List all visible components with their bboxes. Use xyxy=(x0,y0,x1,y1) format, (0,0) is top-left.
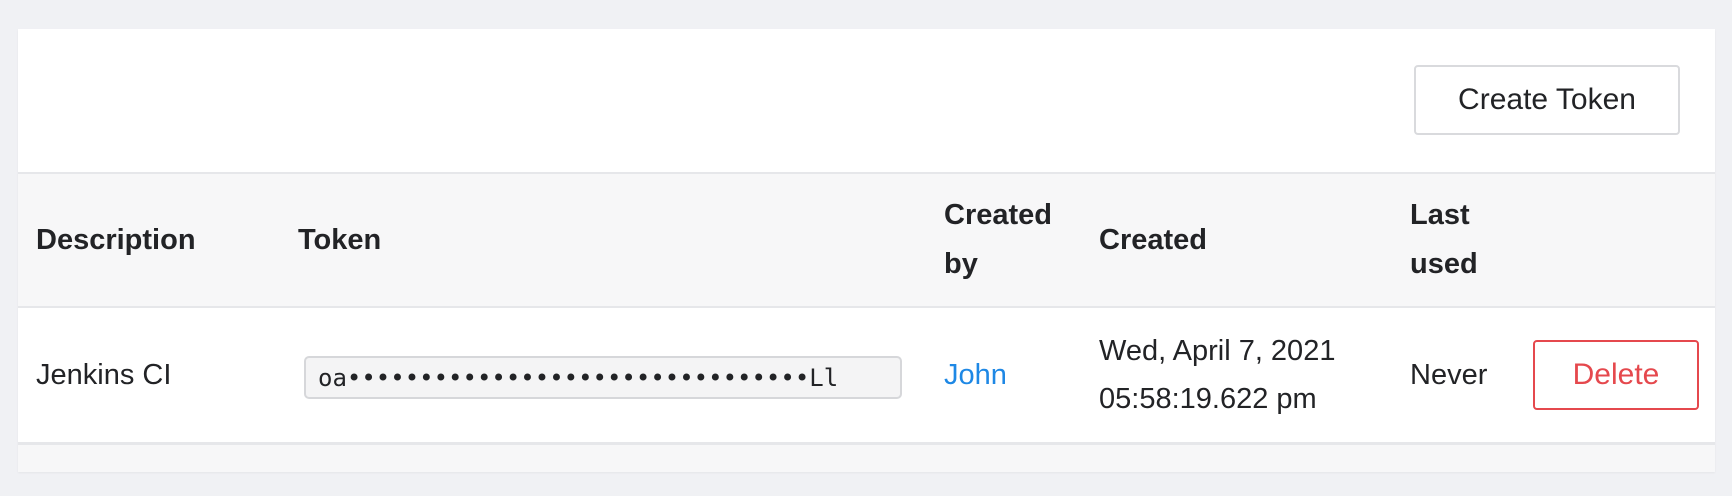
created-time: 05:58:19.622 pm xyxy=(1099,383,1317,415)
created-by-link[interactable]: John xyxy=(944,351,1007,399)
cell-description: Jenkins CI xyxy=(36,308,171,442)
column-header-last-used-line2: used xyxy=(1410,248,1478,280)
column-header-description-label: Description xyxy=(36,223,196,256)
column-header-created-by-line2: by xyxy=(944,248,978,280)
table-row: Jenkins CI oa•••••••••••••••••••••••••••… xyxy=(18,308,1715,442)
token-masked-value: oa••••••••••••••••••••••••••••••••Ll xyxy=(318,363,839,392)
create-token-button[interactable]: Create Token xyxy=(1414,65,1680,135)
cell-created: Wed, April 7, 2021 05:58:19.622 pm xyxy=(1099,308,1335,442)
created-date: Wed, April 7, 2021 xyxy=(1099,335,1336,367)
column-header-last-used-line1: Last xyxy=(1410,199,1470,231)
column-header-created-label: Created xyxy=(1099,223,1207,256)
column-header-token-label: Token xyxy=(298,223,382,256)
tokens-panel: Create Token Description Token Created b… xyxy=(18,29,1715,472)
last-used-value: Never xyxy=(1410,359,1488,391)
column-header-token[interactable]: Token xyxy=(298,174,381,306)
delete-token-button[interactable]: Delete xyxy=(1533,340,1699,410)
toolbar: Create Token xyxy=(18,29,1715,172)
cell-created-by: John xyxy=(944,308,1007,442)
cell-last-used: Never xyxy=(1410,308,1487,442)
table-header: Description Token Created by Created Las… xyxy=(18,172,1715,308)
table-footer xyxy=(18,442,1715,472)
token-value-field[interactable]: oa••••••••••••••••••••••••••••••••Ll xyxy=(304,356,902,399)
column-header-created-by-line1: Created xyxy=(944,199,1052,231)
column-header-last-used[interactable]: Last used xyxy=(1410,174,1478,306)
column-header-created[interactable]: Created xyxy=(1099,174,1207,306)
column-header-description[interactable]: Description xyxy=(36,174,196,306)
column-header-created-by[interactable]: Created by xyxy=(944,174,1052,306)
token-description: Jenkins CI xyxy=(36,359,172,391)
